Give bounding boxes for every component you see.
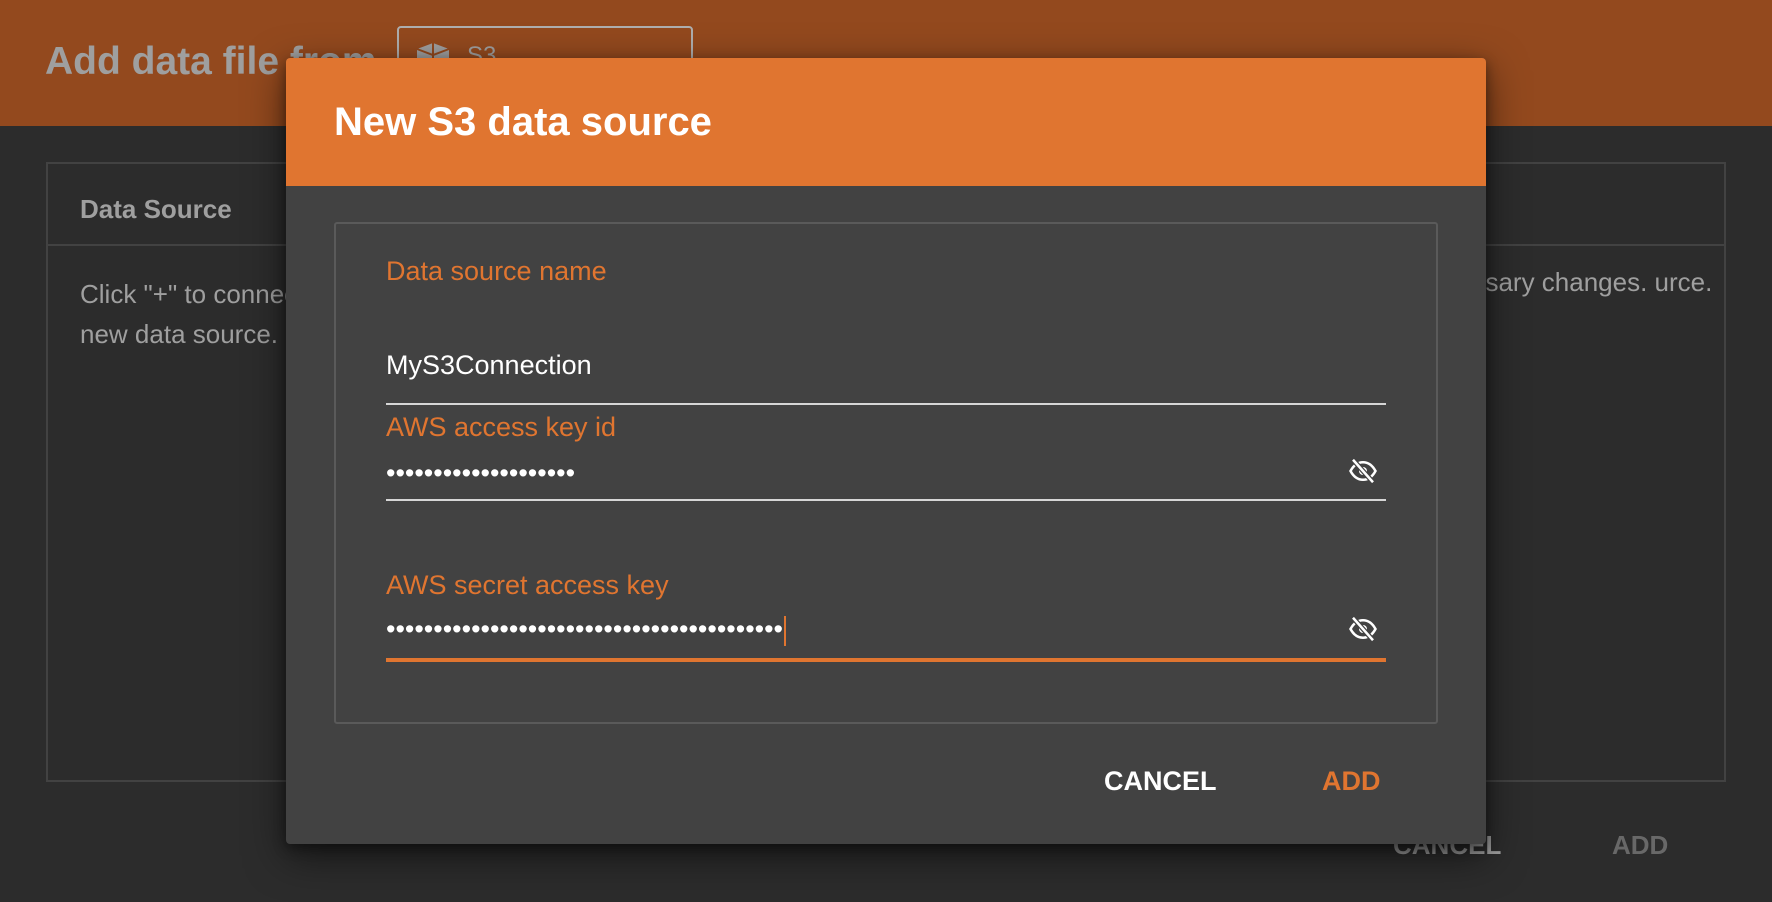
add-button[interactable]: ADD	[1322, 766, 1381, 797]
aws-access-key-id-label: AWS access key id	[386, 412, 617, 442]
dialog-title: New S3 data source	[334, 100, 712, 144]
aws-access-key-id-field[interactable]: AWS access key id ••••••••••••••••••••	[386, 412, 1386, 512]
new-s3-data-source-dialog: New S3 data source Data source name MyS3…	[286, 58, 1486, 844]
aws-secret-access-key-underline	[386, 658, 1386, 662]
aws-secret-access-key-value: ••••••••••••••••••••••••••••••••••••••••…	[386, 614, 784, 644]
cancel-button[interactable]: CANCEL	[1104, 766, 1217, 797]
dialog-header: New S3 data source	[286, 58, 1486, 186]
aws-secret-access-key-input[interactable]: ••••••••••••••••••••••••••••••••••••••••…	[386, 614, 787, 646]
data-source-name-underline	[386, 403, 1386, 405]
aws-access-key-id-input[interactable]: ••••••••••••••••••••	[386, 458, 575, 489]
eye-off-icon[interactable]	[1348, 614, 1378, 644]
data-source-name-label: Data source name	[386, 256, 607, 286]
text-caret	[784, 615, 787, 646]
aws-secret-access-key-field[interactable]: AWS secret access key ••••••••••••••••••…	[386, 570, 1386, 670]
aws-access-key-id-underline	[386, 499, 1386, 501]
aws-secret-access-key-label: AWS secret access key	[386, 570, 669, 600]
s3-form: Data source name MyS3Connection AWS acce…	[334, 222, 1438, 724]
data-source-name-field[interactable]: Data source name MyS3Connection	[386, 256, 1386, 405]
eye-off-icon[interactable]	[1348, 456, 1378, 486]
data-source-name-input[interactable]: MyS3Connection	[386, 350, 592, 381]
